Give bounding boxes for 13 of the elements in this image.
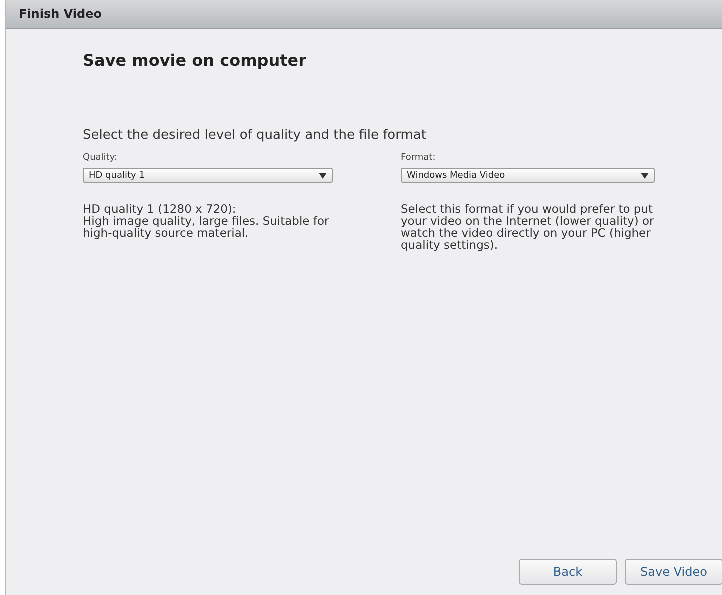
instruction-text: Select the desired level of quality and the file format <box>83 128 428 143</box>
description-text: Select this format if you would prefer to put your video on the Internet (lower quality) or watch the video directly on your PC (higher quality settings). <box>401 203 656 251</box>
nav-button[interactable]: Back <box>519 559 617 585</box>
dropdown[interactable]: HD quality 1 <box>83 168 333 183</box>
field-label: Format: <box>401 153 437 163</box>
description-text: HD quality 1 (1280 x 720): High image quality, large files. Suitable for high-quality source material. <box>83 203 330 239</box>
window-title: Finish Video <box>19 7 102 21</box>
dropdown[interactable]: Windows Media Video <box>401 168 655 183</box>
caret-icon <box>641 172 649 178</box>
caret-icon <box>319 172 327 178</box>
field-label: Quality: <box>83 153 119 163</box>
page-heading: Save movie on computer <box>83 51 308 70</box>
primary-button[interactable]: Save Video <box>625 559 722 585</box>
